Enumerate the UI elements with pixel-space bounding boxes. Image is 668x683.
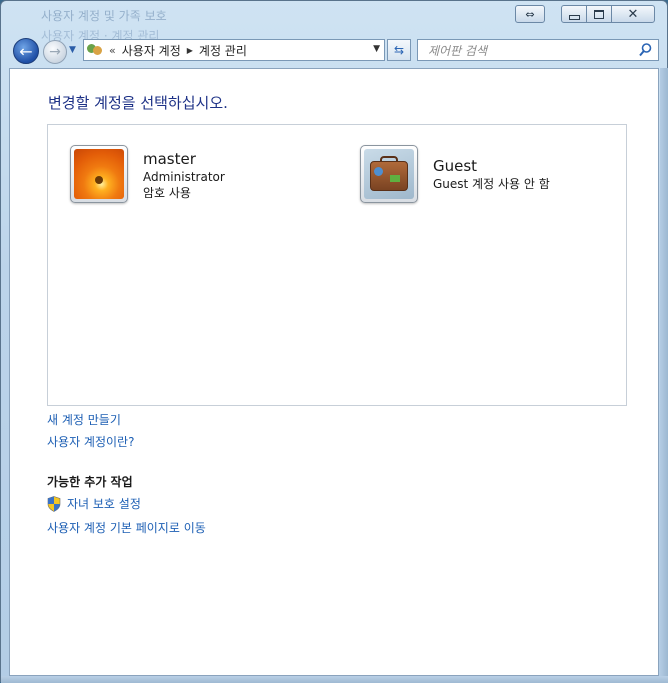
swap-window-button[interactable]: ⇔ — [515, 5, 545, 23]
window-right-border — [660, 68, 668, 676]
minimize-button[interactable] — [561, 5, 587, 23]
create-account-link[interactable]: 새 계정 만들기 — [47, 411, 121, 428]
control-panel-window: 사용자 계정 및 가족 보호 사용자 계정 · 계정 관리 ⇔ ✕ ← → ▼ … — [0, 0, 668, 683]
uac-shield-icon — [47, 495, 61, 512]
close-button[interactable]: ✕ — [611, 5, 655, 23]
search-icon[interactable] — [639, 43, 652, 57]
content-pane: 변경할 계정을 선택하십시오. master Administrator 암호 … — [9, 68, 659, 676]
maximize-button[interactable] — [586, 5, 612, 23]
what-is-account-link[interactable]: 사용자 계정이란? — [47, 433, 134, 450]
account-name[interactable]: master — [143, 149, 225, 169]
breadcrumb-user-accounts[interactable]: 사용자 계정 — [122, 42, 181, 59]
forward-button[interactable]: → — [43, 40, 67, 64]
close-icon: ✕ — [627, 6, 639, 22]
account-type: Administrator — [143, 170, 225, 184]
recent-pages-button[interactable]: ▼ — [69, 45, 76, 55]
account-name[interactable]: Guest — [433, 156, 550, 176]
search-box[interactable] — [417, 39, 659, 61]
parental-controls-row: 자녀 보호 설정 — [47, 495, 141, 512]
additional-tasks-heading: 가능한 추가 작업 — [47, 475, 133, 489]
account-password-status: 암호 사용 — [143, 186, 191, 200]
address-bar[interactable]: « 사용자 계정 ▶ 계정 관리 ▼ — [83, 39, 385, 61]
refresh-button[interactable]: ⇆ — [387, 39, 411, 61]
maximize-icon — [594, 9, 604, 19]
refresh-icon: ⇆ — [393, 43, 405, 57]
breadcrumb-manage-accounts[interactable]: 계정 관리 — [199, 42, 247, 59]
parental-controls-link[interactable]: 자녀 보호 설정 — [67, 495, 141, 512]
suitcase-avatar-icon — [364, 149, 414, 199]
page-title: 변경할 계정을 선택하십시오. — [48, 94, 228, 112]
account-guest[interactable]: Guest Guest 계정 사용 안 함 — [360, 145, 550, 203]
chevron-down-icon: ▼ — [69, 45, 76, 55]
account-status: Guest 계정 사용 안 함 — [433, 177, 550, 191]
search-input[interactable] — [426, 41, 630, 61]
user-accounts-home-link[interactable]: 사용자 계정 기본 페이지로 이동 — [47, 519, 206, 536]
flower-avatar-icon — [74, 149, 124, 199]
account-list: master Administrator 암호 사용 Guest Guest 계… — [47, 124, 627, 406]
breadcrumb-overflow[interactable]: « — [109, 44, 116, 57]
arrow-right-icon: → — [49, 44, 61, 60]
avatar[interactable] — [70, 145, 128, 203]
minimize-icon — [568, 14, 580, 20]
account-master[interactable]: master Administrator 암호 사용 — [70, 145, 225, 203]
swap-arrows-icon: ⇔ — [525, 7, 535, 21]
address-dropdown-icon[interactable]: ▼ — [373, 44, 380, 54]
arrow-left-icon: ← — [19, 41, 33, 61]
avatar[interactable] — [360, 145, 418, 203]
window-title-ghost: 사용자 계정 및 가족 보호 — [41, 9, 167, 23]
users-icon — [87, 42, 105, 58]
breadcrumb-separator-icon[interactable]: ▶ — [187, 46, 193, 55]
back-button[interactable]: ← — [13, 38, 39, 64]
